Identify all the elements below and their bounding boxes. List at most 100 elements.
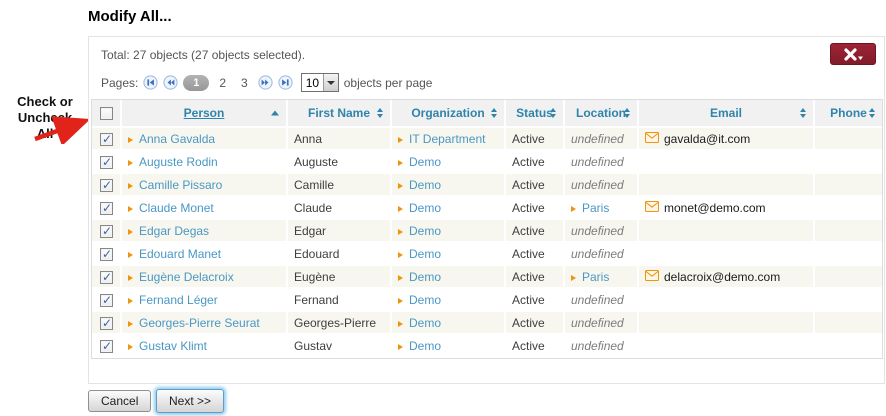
page-link-2[interactable]: 2 [214, 76, 231, 90]
column-header-first-name[interactable]: First Name [288, 100, 392, 128]
bullet-arrow-icon [398, 183, 403, 189]
column-header-phone[interactable]: Phone [815, 100, 882, 128]
person-cell: Fernand Léger [122, 289, 288, 312]
status-cell: Active [506, 174, 565, 197]
row-checkbox[interactable] [100, 340, 113, 353]
row-checkbox[interactable] [100, 294, 113, 307]
column-label: Location [576, 106, 626, 120]
column-header-email[interactable]: Email [639, 100, 815, 128]
person-link[interactable]: Anna Gavalda [139, 132, 215, 146]
person-link[interactable]: Edgar Degas [139, 224, 209, 238]
organization-link[interactable]: Demo [409, 316, 441, 330]
select-all-checkbox[interactable] [100, 107, 113, 120]
organization-link[interactable]: Demo [409, 155, 441, 169]
location-link[interactable]: Paris [582, 270, 609, 284]
tools-icon [842, 47, 864, 62]
row-checkbox[interactable] [100, 317, 113, 330]
person-link[interactable]: Edouard Manet [139, 247, 221, 261]
phone-cell [815, 174, 882, 197]
email-cell: monet@demo.com [639, 197, 815, 220]
row-select-cell [92, 128, 122, 151]
row-checkbox[interactable] [100, 248, 113, 261]
row-select-cell [92, 243, 122, 266]
phone-cell [815, 266, 882, 289]
organization-cell: Demo [392, 151, 506, 174]
organization-link[interactable]: Demo [409, 247, 441, 261]
cancel-button[interactable]: Cancel [88, 390, 151, 412]
last-page-icon[interactable] [278, 75, 293, 90]
pagination-bar: Pages: 1 2 3 10 objects per page [101, 73, 432, 92]
bullet-arrow-icon [398, 229, 403, 235]
objects-table: Person First Name Organization Status [91, 99, 883, 359]
table-row: Edgar Degas Edgar Demo Active undefined [92, 220, 882, 243]
organization-link[interactable]: Demo [409, 339, 441, 353]
status-text: Active [512, 247, 545, 261]
first-name-cell: Gustav [288, 335, 392, 358]
column-header-select-all[interactable] [92, 100, 122, 128]
first-name-text: Edgar [294, 224, 326, 238]
status-cell: Active [506, 128, 565, 151]
sort-icon [491, 108, 497, 118]
organization-cell: Demo [392, 289, 506, 312]
column-header-status[interactable]: Status [506, 100, 565, 128]
bullet-arrow-icon [128, 298, 133, 304]
location-undefined-text: undefined [571, 224, 624, 238]
table-row: Edouard ManetEdouardDemoActiveundefined [92, 243, 882, 266]
column-header-person[interactable]: Person [122, 100, 288, 128]
row-checkbox[interactable] [100, 133, 113, 146]
next-page-icon[interactable] [258, 75, 273, 90]
first-page-icon[interactable] [143, 75, 158, 90]
per-page-select[interactable]: 10 [301, 73, 339, 92]
location-undefined-text: undefined [571, 247, 624, 261]
organization-link[interactable]: Demo [409, 201, 441, 215]
row-checkbox[interactable] [100, 271, 113, 284]
actions-menu-button[interactable] [830, 43, 876, 65]
person-link[interactable]: Auguste Rodin [139, 155, 218, 169]
prev-page-icon[interactable] [163, 75, 178, 90]
row-checkbox[interactable] [100, 202, 113, 215]
page-link-3[interactable]: 3 [236, 76, 253, 90]
organization-link[interactable]: Demo [409, 178, 441, 192]
status-cell: Active [506, 335, 565, 358]
column-header-organization[interactable]: Organization [392, 100, 506, 128]
row-checkbox[interactable] [100, 156, 113, 169]
status-cell: Active [506, 312, 565, 335]
organization-link[interactable]: Demo [409, 270, 441, 284]
next-button[interactable]: Next >> [156, 389, 224, 413]
location-cell: undefined [565, 243, 639, 266]
person-link[interactable]: Gustav Klimt [139, 339, 207, 353]
location-cell: undefined [565, 220, 639, 243]
person-link[interactable]: Eugène Delacroix [139, 270, 234, 284]
envelope-icon [645, 132, 659, 146]
bullet-arrow-icon [128, 275, 133, 281]
location-link[interactable]: Paris [582, 201, 609, 215]
person-link[interactable]: Claude Monet [139, 201, 214, 215]
row-checkbox[interactable] [100, 225, 113, 238]
location-undefined-text: undefined [571, 339, 624, 353]
status-text: Active [512, 293, 545, 307]
bullet-arrow-icon [128, 160, 133, 166]
table-row: Fernand LégerFernandDemoActiveundefined [92, 289, 882, 312]
table-row: Auguste RodinAugusteDemoActiveundefined [92, 151, 882, 174]
organization-link[interactable]: Demo [409, 293, 441, 307]
row-select-cell [92, 220, 122, 243]
first-name-text: Georges-Pierre [294, 316, 376, 330]
organization-link[interactable]: IT Department [409, 132, 485, 146]
table-row: Claude MonetClaudeDemoActiveParismonet@d… [92, 197, 882, 220]
table-row: Eugène DelacroixEugèneDemoActiveParisdel… [92, 266, 882, 289]
person-link[interactable]: Camille Pissaro [139, 178, 222, 192]
first-name-text: Gustav [294, 339, 332, 353]
organization-link[interactable]: Demo [409, 224, 441, 238]
first-name-cell: Eugène [288, 266, 392, 289]
person-link[interactable]: Fernand Léger [139, 293, 218, 307]
email-cell [639, 243, 815, 266]
row-select-cell [92, 335, 122, 358]
phone-cell [815, 312, 882, 335]
column-header-location[interactable]: Location [565, 100, 639, 128]
organization-cell: Demo [392, 174, 506, 197]
bullet-arrow-icon [398, 206, 403, 212]
person-link[interactable]: Georges-Pierre Seurat [139, 316, 260, 330]
status-text: Active [512, 224, 545, 238]
row-checkbox[interactable] [100, 179, 113, 192]
dropdown-arrow-icon[interactable] [323, 74, 338, 91]
